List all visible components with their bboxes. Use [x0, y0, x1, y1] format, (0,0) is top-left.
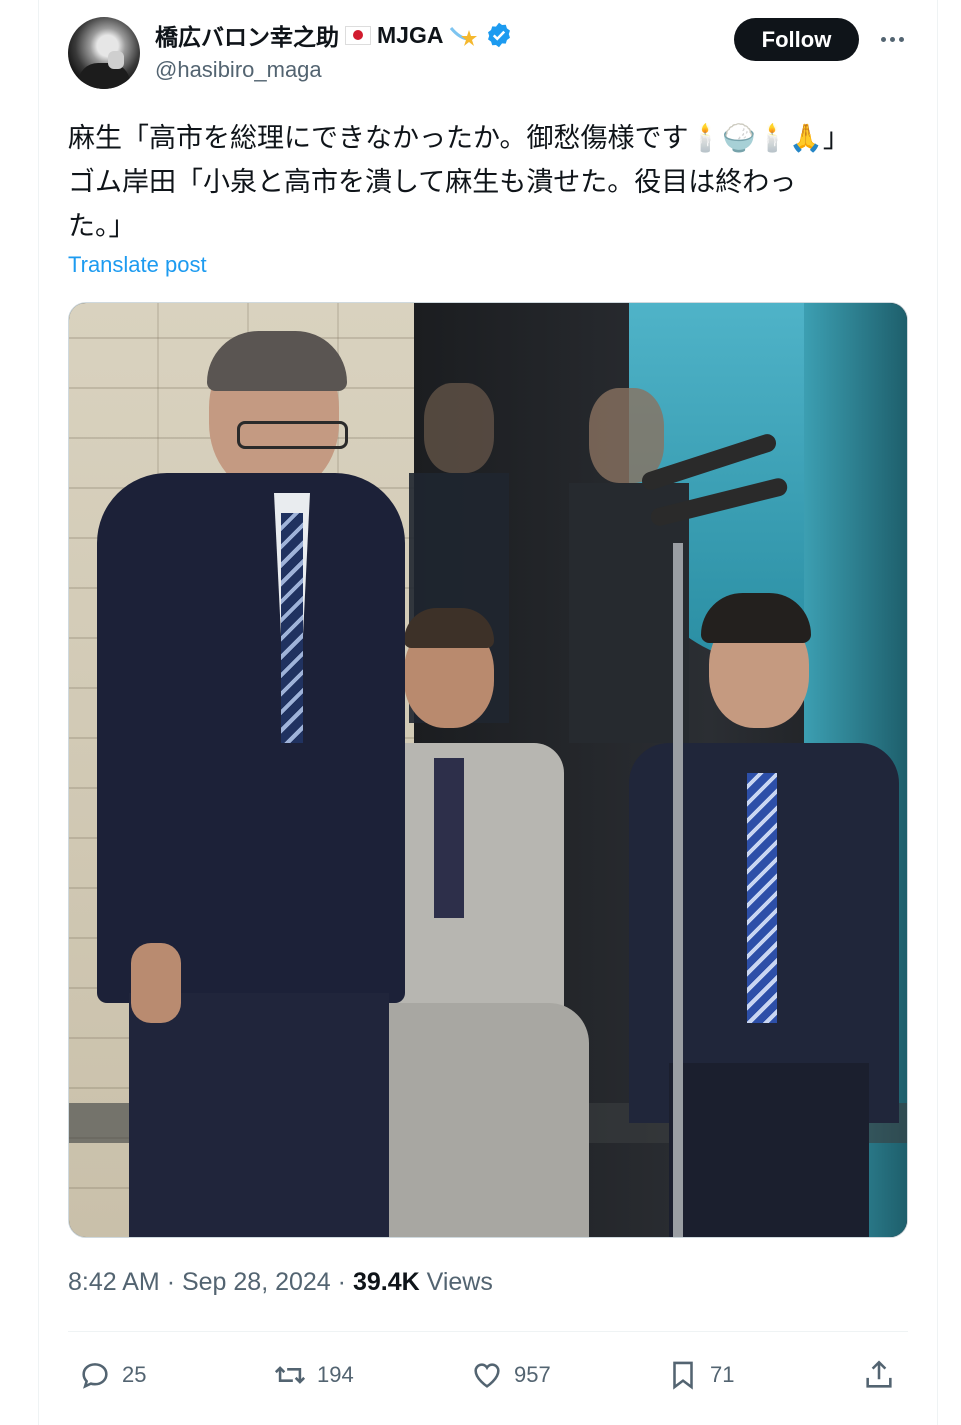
tweet-text: 麻生「高市を総理にできなかったか。御愁傷様です🕯️🍚🕯️🙏」 ゴム岸田「小泉と高…: [68, 116, 908, 248]
repost-count: 194: [317, 1362, 354, 1387]
bookmark-button[interactable]: 71: [666, 1350, 734, 1400]
action-bar: 25 194 957 71: [68, 1350, 908, 1400]
bookmark-count: 71: [710, 1362, 735, 1387]
tweet-meta: 8:42 AM · Sep 28, 2024 · 39.4K Views: [68, 1268, 493, 1297]
badge-text: MJGA: [377, 21, 444, 48]
more-icon[interactable]: [875, 24, 909, 54]
shooting-star-icon: [450, 27, 478, 46]
meta-separator: ·: [337, 1268, 353, 1296]
tweet-photo[interactable]: [68, 302, 908, 1238]
reply-icon: [82, 1363, 108, 1389]
divider: [68, 1331, 908, 1332]
reply-button[interactable]: 25: [78, 1350, 146, 1400]
like-icon: [474, 1363, 500, 1388]
views-count: 39.4K: [352, 1268, 420, 1296]
like-button[interactable]: 957: [470, 1350, 551, 1400]
author-handle[interactable]: @hasibiro_maga: [155, 57, 322, 83]
share-icon: [866, 1360, 892, 1388]
share-button[interactable]: [862, 1350, 896, 1400]
repost-button[interactable]: 194: [273, 1350, 354, 1400]
meta-separator: ·: [166, 1268, 182, 1296]
like-count: 957: [514, 1362, 551, 1387]
author-name-row[interactable]: 橋広バロン幸之助 MJGA: [155, 18, 513, 52]
tweet-line: 麻生「高市を総理にできなかったか。御愁傷様です🕯️🍚🕯️🙏」: [68, 123, 850, 153]
display-name[interactable]: 橋広バロン幸之助: [155, 18, 339, 52]
tweet-date[interactable]: Sep 28, 2024: [182, 1268, 331, 1296]
japan-flag-icon: [345, 25, 371, 45]
verified-icon: [488, 22, 511, 48]
translate-post-link[interactable]: Translate post: [68, 252, 207, 278]
bookmark-icon: [673, 1361, 693, 1390]
repost-icon: [274, 1366, 306, 1384]
avatar[interactable]: [68, 17, 140, 89]
tweet-line: ゴム岸田「小泉と高市を潰して麻生も潰せた。役目は終わっ: [68, 167, 797, 197]
tweet-time[interactable]: 8:42 AM: [68, 1268, 160, 1296]
tweet-line: た。」: [68, 211, 136, 241]
views-label: Views: [426, 1268, 493, 1296]
reply-count: 25: [122, 1362, 147, 1387]
follow-button[interactable]: Follow: [734, 18, 859, 61]
